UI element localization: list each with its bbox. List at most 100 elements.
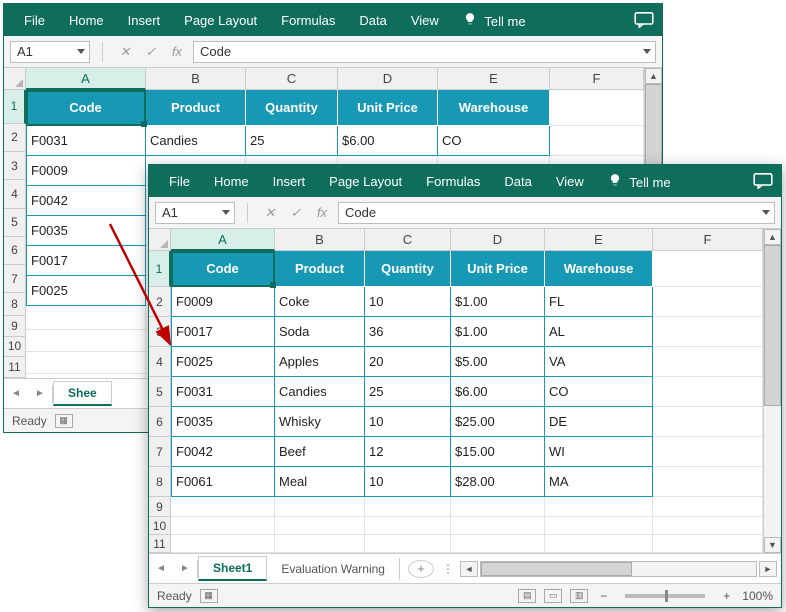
col-header-c[interactable]: C bbox=[365, 229, 451, 251]
row-header[interactable]: 2 bbox=[4, 124, 26, 152]
formula-input[interactable]: Code bbox=[193, 41, 656, 63]
menu-page-layout[interactable]: Page Layout bbox=[172, 7, 269, 34]
menu-insert[interactable]: Insert bbox=[261, 168, 318, 195]
fx-button[interactable]: fx bbox=[312, 205, 332, 220]
row-header[interactable]: 11 bbox=[149, 535, 171, 553]
cell[interactable]: F0025 bbox=[26, 276, 146, 306]
row-header[interactable]: 5 bbox=[4, 209, 26, 237]
cancel-formula-button[interactable]: ✕ bbox=[115, 44, 135, 60]
scroll-thumb[interactable] bbox=[481, 562, 632, 576]
cell[interactable] bbox=[653, 251, 763, 287]
cell[interactable]: F0017 bbox=[171, 317, 275, 347]
cell[interactable] bbox=[653, 287, 763, 317]
enter-formula-button[interactable]: ✓ bbox=[141, 44, 161, 60]
row-header[interactable]: 4 bbox=[4, 180, 26, 208]
cell[interactable] bbox=[653, 347, 763, 377]
cell[interactable]: 20 bbox=[365, 347, 451, 377]
cell[interactable]: F0025 bbox=[171, 347, 275, 377]
comments-icon[interactable] bbox=[753, 173, 773, 189]
cell[interactable] bbox=[653, 317, 763, 347]
name-box[interactable]: A1 bbox=[10, 41, 90, 63]
header-quantity[interactable]: Quantity bbox=[246, 90, 338, 126]
cell[interactable] bbox=[275, 497, 365, 517]
scroll-right-button[interactable]: ► bbox=[759, 561, 777, 577]
macro-record-icon[interactable]: ▦ bbox=[55, 414, 73, 428]
menu-data[interactable]: Data bbox=[492, 168, 543, 195]
menu-page-layout[interactable]: Page Layout bbox=[317, 168, 414, 195]
cell[interactable]: F0017 bbox=[26, 246, 146, 276]
cell[interactable]: F0042 bbox=[171, 437, 275, 467]
col-header-f[interactable]: F bbox=[550, 68, 644, 90]
cell[interactable]: $6.00 bbox=[338, 126, 438, 156]
view-page-layout-icon[interactable]: ▭ bbox=[544, 589, 562, 603]
header-warehouse[interactable]: Warehouse bbox=[545, 251, 653, 287]
menu-formulas[interactable]: Formulas bbox=[269, 7, 347, 34]
cell[interactable]: VA bbox=[545, 347, 653, 377]
row-header[interactable]: 1 bbox=[149, 251, 171, 287]
tell-me[interactable]: Tell me bbox=[451, 6, 538, 35]
row-header[interactable]: 3 bbox=[4, 152, 26, 180]
cells-area[interactable]: Code Product Quantity Unit Price Warehou… bbox=[171, 251, 763, 553]
row-header[interactable]: 8 bbox=[4, 293, 26, 316]
cell[interactable]: F0061 bbox=[171, 467, 275, 497]
col-header-b[interactable]: B bbox=[275, 229, 365, 251]
row-header[interactable]: 3 bbox=[149, 317, 171, 347]
cell[interactable]: AL bbox=[545, 317, 653, 347]
cell[interactable]: DE bbox=[545, 407, 653, 437]
cell[interactable] bbox=[365, 497, 451, 517]
row-header[interactable]: 4 bbox=[149, 347, 171, 377]
cell[interactable]: MA bbox=[545, 467, 653, 497]
enter-formula-button[interactable]: ✓ bbox=[286, 205, 306, 221]
fx-button[interactable]: fx bbox=[167, 44, 187, 59]
scroll-up-button[interactable]: ▲ bbox=[764, 229, 781, 245]
menu-insert[interactable]: Insert bbox=[116, 7, 173, 34]
row-header[interactable]: 9 bbox=[4, 316, 26, 337]
cell[interactable] bbox=[653, 497, 763, 517]
col-header-e[interactable]: E bbox=[545, 229, 653, 251]
cell[interactable] bbox=[653, 517, 763, 535]
cell[interactable] bbox=[26, 330, 146, 352]
cell[interactable]: F0035 bbox=[26, 216, 146, 246]
header-warehouse[interactable]: Warehouse bbox=[438, 90, 550, 126]
cell[interactable] bbox=[653, 407, 763, 437]
cell[interactable] bbox=[653, 535, 763, 553]
menu-view[interactable]: View bbox=[544, 168, 596, 195]
cell[interactable] bbox=[365, 517, 451, 535]
cell[interactable] bbox=[171, 497, 275, 517]
tab-nav-next[interactable]: ► bbox=[28, 388, 52, 399]
spreadsheet-grid[interactable]: A B C D E F 1 2 3 4 5 6 7 8 9 10 bbox=[149, 229, 763, 553]
row-header[interactable]: 8 bbox=[149, 467, 171, 497]
row-header[interactable]: 1 bbox=[4, 90, 26, 124]
cell[interactable]: $28.00 bbox=[451, 467, 545, 497]
cell[interactable] bbox=[275, 535, 365, 553]
horizontal-scrollbar[interactable]: ◄ ► bbox=[460, 561, 781, 577]
cell[interactable] bbox=[653, 437, 763, 467]
header-code[interactable]: Code bbox=[26, 90, 146, 126]
select-all-corner[interactable] bbox=[149, 229, 171, 251]
cell[interactable]: Candies bbox=[275, 377, 365, 407]
cell[interactable]: Meal bbox=[275, 467, 365, 497]
header-quantity[interactable]: Quantity bbox=[365, 251, 451, 287]
add-sheet-button[interactable]: + bbox=[408, 560, 434, 578]
menu-file[interactable]: File bbox=[157, 168, 202, 195]
col-header-c[interactable]: C bbox=[246, 68, 338, 90]
cell[interactable]: $1.00 bbox=[451, 287, 545, 317]
scroll-down-button[interactable]: ▼ bbox=[764, 537, 781, 553]
col-header-d[interactable]: D bbox=[338, 68, 438, 90]
menu-file[interactable]: File bbox=[12, 7, 57, 34]
cell[interactable]: CO bbox=[438, 126, 550, 156]
cell[interactable]: Candies bbox=[146, 126, 246, 156]
header-unit-price[interactable]: Unit Price bbox=[451, 251, 545, 287]
cell[interactable]: 10 bbox=[365, 407, 451, 437]
sheet-tab-sheet1[interactable]: Sheet1 bbox=[198, 556, 267, 581]
cell[interactable]: Apples bbox=[275, 347, 365, 377]
cell[interactable]: 25 bbox=[246, 126, 338, 156]
cell[interactable]: $5.00 bbox=[451, 347, 545, 377]
sheet-tab-sheet1[interactable]: Shee bbox=[53, 381, 112, 406]
tab-nav-prev[interactable]: ◄ bbox=[4, 388, 28, 399]
zoom-out-button[interactable]: − bbox=[596, 589, 611, 603]
scroll-up-button[interactable]: ▲ bbox=[645, 68, 662, 84]
cell[interactable]: F0042 bbox=[26, 186, 146, 216]
col-header-a[interactable]: A bbox=[26, 68, 146, 90]
cell[interactable]: F0035 bbox=[171, 407, 275, 437]
